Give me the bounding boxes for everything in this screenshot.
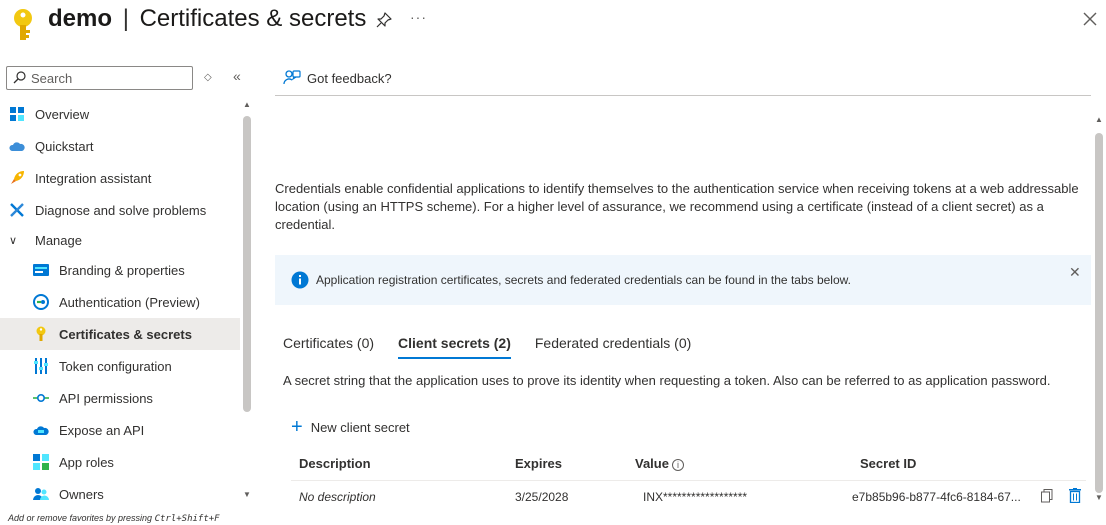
rocket-icon (9, 170, 25, 186)
delete-icon[interactable] (1069, 488, 1081, 506)
column-header-value-label: Value (635, 456, 669, 471)
info-banner: Application registration certificates, s… (275, 255, 1091, 305)
sidebar-item-label: Integration assistant (35, 170, 152, 186)
info-icon[interactable]: i (671, 459, 684, 471)
app-name: demo (48, 5, 113, 32)
blade-title: Certificates & secrets (139, 5, 367, 32)
favorites-hint: Add or remove favorites by pressing Ctrl… (8, 513, 220, 524)
scroll-down-icon[interactable]: ▼ (1095, 493, 1103, 502)
sidebar-item-authentication[interactable]: Authentication (Preview) (0, 286, 240, 318)
credential-tabs: Certificates (0) Client secrets (2) Fede… (283, 333, 715, 363)
sidebar-item-label: Diagnose and solve problems (35, 202, 207, 218)
sidebar-item-label: Overview (35, 106, 90, 122)
secret-value: INX****************** (643, 490, 748, 504)
sidebar-item-integration-assistant[interactable]: Integration assistant (0, 162, 240, 194)
sidebar-item-label: Branding & properties (59, 262, 185, 278)
overview-icon (9, 106, 25, 122)
branding-icon (33, 262, 49, 278)
info-banner-message: Application registration certificates, s… (316, 273, 851, 287)
command-bar: Got feedback? (275, 60, 1091, 96)
sidebar-item-label: Certificates & secrets (59, 326, 192, 342)
client-secrets-table: Description Expires Value i Secret ID No … (291, 447, 1086, 515)
column-header-expires[interactable]: Expires (515, 456, 562, 471)
wrench-icon (9, 202, 25, 218)
search-box[interactable] (6, 66, 193, 90)
sidebar-item-label: Authentication (Preview) (59, 294, 200, 310)
tab-client-secrets[interactable]: Client secrets (2) (398, 333, 511, 359)
copy-icon[interactable] (1041, 489, 1053, 506)
sidebar-group-label: Manage (35, 232, 82, 248)
sidebar-item-label: Quickstart (35, 138, 94, 154)
column-header-description[interactable]: Description (299, 456, 371, 471)
sidebar-item-owners[interactable]: Owners (0, 478, 240, 510)
main-scrollbar[interactable]: ▲ ▼ (1094, 115, 1104, 510)
feedback-button[interactable]: Got feedback? (283, 69, 392, 87)
sidebar-item-quickstart[interactable]: Quickstart (0, 130, 240, 162)
info-icon (291, 271, 309, 289)
sidebar-item-expose-api[interactable]: Expose an API (0, 414, 240, 446)
page-title: demo | Certificates & secrets (48, 5, 366, 33)
search-input[interactable] (31, 69, 189, 87)
authentication-icon (33, 294, 49, 310)
sidebar-item-app-roles[interactable]: App roles (0, 446, 240, 478)
sidebar: ◇ « Overview Quickstart Integration assi… (0, 60, 256, 525)
sidebar-scrollbar-thumb[interactable] (243, 116, 251, 412)
collapse-sidebar-icon[interactable]: « (233, 68, 241, 84)
client-secrets-description: A secret string that the application use… (283, 373, 1051, 388)
sidebar-item-certificates-secrets[interactable]: Certificates & secrets (0, 318, 240, 350)
secret-description: No description (299, 490, 376, 504)
add-icon: + (291, 416, 303, 438)
sidebar-scrollbar[interactable]: ▲ ▼ (242, 100, 252, 500)
sidebar-item-label: Expose an API (59, 422, 145, 438)
sidebar-group-manage[interactable]: ∨ Manage (0, 226, 240, 254)
chevron-down-icon: ∨ (9, 234, 18, 247)
new-client-secret-label: New client secret (310, 419, 410, 435)
favorites-hint-text: Add or remove favorites by pressing (8, 513, 155, 523)
quickstart-icon (9, 138, 25, 154)
title-separator: | (122, 5, 129, 32)
key-icon (33, 326, 49, 342)
sort-icon[interactable]: ◇ (204, 72, 212, 83)
dismiss-banner-icon[interactable]: ✕ (1069, 264, 1081, 281)
page-header: demo | Certificates & secrets ··· (0, 0, 1106, 50)
search-icon (13, 71, 26, 84)
new-client-secret-button[interactable]: + New client secret (291, 416, 410, 438)
sidebar-item-token-configuration[interactable]: Token configuration (0, 350, 240, 382)
nav-list: Overview Quickstart Integration assistan… (0, 98, 240, 510)
feedback-icon (283, 70, 301, 85)
sidebar-item-label: Token configuration (59, 358, 172, 374)
secret-expires: 3/25/2028 (515, 490, 569, 504)
sidebar-item-label: Owners (59, 486, 104, 502)
credentials-description: Credentials enable confidential applicat… (275, 181, 1079, 232)
feedback-label: Got feedback? (307, 70, 392, 86)
sidebar-item-label: App roles (59, 454, 114, 470)
main-scrollbar-thumb[interactable] (1095, 133, 1103, 493)
key-icon (14, 9, 32, 40)
tab-certificates[interactable]: Certificates (0) (283, 333, 374, 359)
sidebar-item-label: API permissions (59, 390, 153, 406)
scroll-up-icon[interactable]: ▲ (243, 100, 251, 109)
secret-id: e7b85b96-b877-4fc6-8184-67... (852, 490, 1021, 504)
sidebar-item-api-permissions[interactable]: API permissions (0, 382, 240, 414)
owners-icon (33, 486, 49, 502)
column-header-secret-id[interactable]: Secret ID (860, 456, 916, 471)
more-options-icon[interactable]: ··· (410, 9, 427, 25)
scroll-up-icon[interactable]: ▲ (1095, 115, 1103, 124)
table-header: Description Expires Value i Secret ID (291, 447, 1086, 481)
scroll-down-icon[interactable]: ▼ (243, 490, 251, 499)
token-icon (33, 358, 49, 374)
api-permissions-icon (33, 390, 49, 406)
cloud-icon (33, 422, 49, 438)
pin-icon[interactable] (376, 12, 392, 28)
column-header-value[interactable]: Value i (635, 456, 684, 471)
sidebar-item-branding[interactable]: Branding & properties (0, 254, 240, 286)
sidebar-item-diagnose[interactable]: Diagnose and solve problems (0, 194, 240, 226)
close-icon[interactable] (1082, 11, 1098, 27)
table-row: No description 3/25/2028 INX************… (291, 481, 1086, 515)
app-roles-icon (33, 454, 49, 470)
favorites-hint-keys: Ctrl+Shift+F (154, 514, 220, 524)
main-content: Got feedback? Credentials enable confide… (275, 60, 1106, 525)
tab-federated-credentials[interactable]: Federated credentials (0) (535, 333, 691, 359)
sidebar-item-overview[interactable]: Overview (0, 98, 240, 130)
